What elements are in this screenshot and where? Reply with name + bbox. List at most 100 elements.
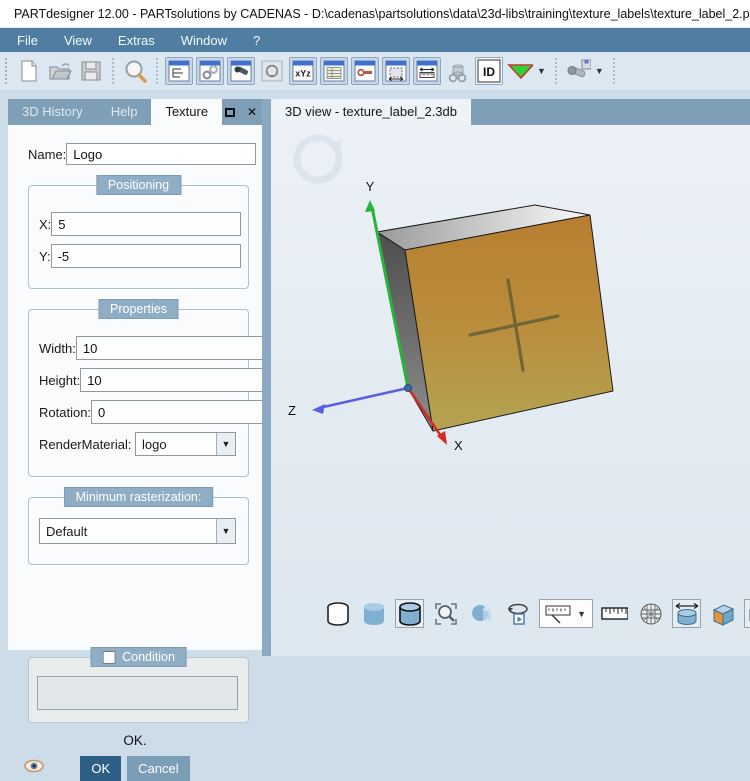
chevron-down-icon[interactable]: ▼ — [577, 609, 586, 619]
generate-screw-icon[interactable] — [564, 57, 592, 85]
left-tab-bar: 3D History Help Texture ✕ — [8, 99, 262, 125]
rotate-view-icon[interactable] — [503, 599, 532, 628]
filter-dropdown-caret[interactable]: ▼ — [537, 66, 546, 76]
toolbar-separator — [613, 58, 615, 84]
render-material-select[interactable]: logo ▼ — [135, 432, 236, 456]
ruler-icon[interactable] — [600, 599, 629, 628]
texture-cube-icon[interactable] — [708, 599, 737, 628]
screw-icon[interactable] — [227, 57, 255, 85]
menu-file[interactable]: File — [4, 30, 51, 51]
rasterization-value: Default — [40, 524, 216, 539]
width-label: Width: — [39, 341, 76, 356]
positioning-group: Positioning X: Y: — [28, 185, 249, 289]
axes-origin — [405, 385, 412, 392]
chevron-down-icon[interactable]: ▼ — [216, 519, 235, 543]
panel-maximize-button[interactable] — [222, 104, 238, 120]
cube — [377, 205, 613, 431]
value-table-icon[interactable] — [320, 57, 348, 85]
close-icon: ✕ — [247, 105, 257, 119]
filter-triangle-icon[interactable] — [506, 57, 534, 85]
tab-3d-view[interactable]: 3D view - texture_label_2.3db — [271, 99, 471, 125]
window-title: PARTdesigner 12.00 - PARTsolutions by CA… — [14, 7, 750, 21]
texture-panel: 3D History Help Texture ✕ Name: Position… — [8, 99, 262, 650]
toolbar-separator — [555, 58, 557, 84]
open-icon[interactable] — [46, 57, 74, 85]
menu-view[interactable]: View — [51, 30, 105, 51]
wireframe-cylinder-icon[interactable] — [323, 599, 352, 628]
measure-area-icon[interactable] — [382, 57, 410, 85]
zoom-fit-icon[interactable] — [431, 599, 460, 628]
properties-group: Properties Width: Height: Rotation: Rend… — [28, 309, 249, 477]
toolbar-grip — [5, 58, 10, 84]
history-tree-icon[interactable] — [165, 57, 193, 85]
menu-window[interactable]: Window — [168, 30, 240, 51]
panel-splitter[interactable] — [262, 99, 271, 656]
panel-close-button[interactable]: ✕ — [244, 104, 260, 120]
view-glasses-icon[interactable] — [444, 57, 472, 85]
fit-cylinder-icon[interactable] — [672, 599, 701, 628]
id-display-icon[interactable]: ID — [475, 57, 503, 85]
tab-3d-history[interactable]: 3D History — [8, 99, 97, 125]
height-input[interactable] — [80, 368, 270, 392]
tab-help[interactable]: Help — [97, 99, 152, 125]
title-bar: PARTdesigner 12.00 - PARTsolutions by CA… — [0, 0, 750, 28]
3d-scene: Y Z X — [271, 125, 750, 655]
id-icon-text: ID — [483, 65, 495, 79]
y-input[interactable] — [51, 244, 241, 268]
rasterization-group: Minimum rasterization: Default ▼ — [28, 497, 249, 565]
x-input[interactable] — [51, 212, 241, 236]
generate-dropdown-caret[interactable]: ▼ — [595, 66, 604, 76]
render-material-value: logo — [136, 437, 216, 452]
rotation-input[interactable] — [91, 400, 281, 424]
preview-eye-icon[interactable] — [24, 759, 44, 776]
toolbar-separator — [156, 58, 158, 84]
sketch-icon[interactable] — [258, 57, 286, 85]
width-input[interactable] — [76, 336, 266, 360]
condition-input[interactable] — [37, 676, 238, 710]
z-axis — [312, 388, 408, 414]
shaded-edges-cylinder-icon[interactable] — [395, 599, 424, 628]
mesh-sphere-icon[interactable] — [636, 599, 665, 628]
name-input[interactable] — [66, 143, 256, 165]
solid-cube-icon[interactable] — [744, 599, 750, 628]
x-label: X: — [39, 217, 51, 232]
y-label: Y: — [39, 249, 51, 264]
height-label: Height: — [39, 373, 80, 388]
save-icon[interactable] — [77, 57, 105, 85]
measure-grid-dropdown[interactable]: ▼ — [539, 599, 593, 628]
view-tab-bar: 3D view - texture_label_2.3db — [271, 99, 750, 125]
view-toolbar: ▼ — [323, 599, 750, 628]
new-document-icon[interactable] — [15, 57, 43, 85]
name-label: Name: — [28, 147, 66, 162]
positioning-title: Positioning — [96, 175, 181, 195]
menu-extras[interactable]: Extras — [105, 30, 168, 51]
transparency-sphere-icon[interactable] — [467, 599, 496, 628]
properties-title: Properties — [98, 299, 179, 319]
menu-help[interactable]: ? — [240, 30, 273, 51]
zoom-search-icon[interactable] — [121, 57, 149, 85]
status-text: OK. — [8, 733, 262, 748]
maximize-icon — [225, 108, 235, 117]
y-axis-label: Y — [366, 179, 375, 194]
shaded-cylinder-icon[interactable] — [359, 599, 388, 628]
x-axis-label: X — [454, 438, 463, 453]
chevron-down-icon[interactable]: ▼ — [216, 433, 235, 455]
condition-checkbox[interactable] — [102, 651, 115, 664]
menu-bar: File View Extras Window ? — [0, 28, 750, 52]
variables-xyz-icon[interactable]: xYz — [289, 57, 317, 85]
z-axis-label: Z — [288, 403, 296, 418]
rasterization-select[interactable]: Default ▼ — [39, 518, 236, 544]
measure-distance-icon[interactable] — [413, 57, 441, 85]
ok-button[interactable]: OK — [80, 756, 121, 781]
cancel-button[interactable]: Cancel — [127, 756, 189, 781]
3d-view-panel: 3D view - texture_label_2.3db — [271, 99, 750, 656]
dimension-label-icon[interactable] — [351, 57, 379, 85]
cube-front-face — [405, 215, 613, 431]
main-toolbar: xYz ID ▼ ▼ — [0, 52, 750, 90]
rasterization-title: Minimum rasterization: — [64, 487, 214, 507]
tab-texture[interactable]: Texture — [151, 99, 222, 125]
render-material-label: RenderMaterial: — [39, 437, 135, 452]
tools-chain-icon[interactable] — [196, 57, 224, 85]
condition-group: Condition — [28, 657, 249, 723]
3d-viewport[interactable]: Y Z X ▼ — [271, 125, 750, 656]
